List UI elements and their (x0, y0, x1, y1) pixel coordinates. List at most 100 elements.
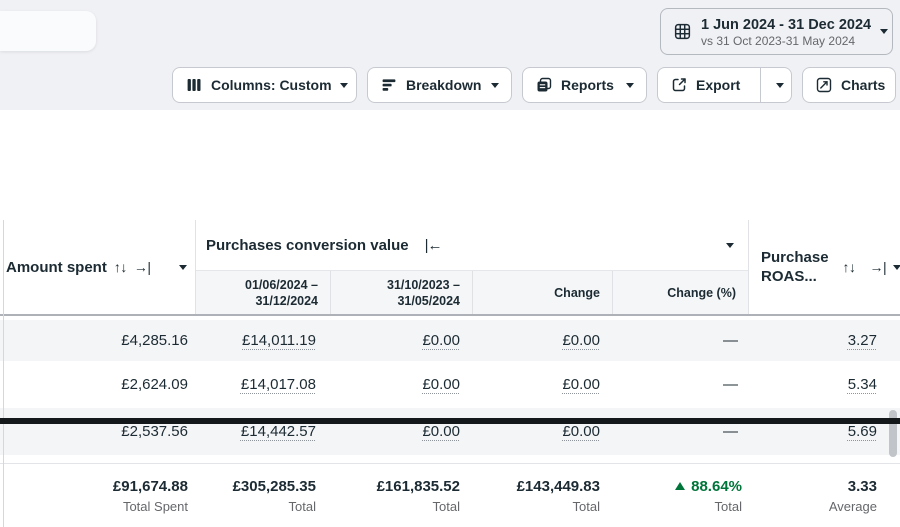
total-amount-spent: £91,674.88 Total Spent (0, 464, 196, 527)
table-row[interactable]: £2,537.56 £14,442.57 £0.00 £0.00 — 5.69 (0, 408, 900, 455)
cell-change-value[interactable]: £0.00 (472, 320, 612, 361)
cell-period2-value[interactable]: £0.00 (330, 320, 472, 361)
total-label: Average (829, 499, 877, 514)
total-label: Total (289, 499, 316, 514)
export-split-button: Export (657, 67, 792, 103)
total-value: £305,285.35 (233, 478, 316, 495)
export-button-label: Export (696, 77, 740, 93)
change-label: Change (554, 285, 600, 301)
breakdown-button-label: Breakdown (406, 77, 481, 93)
total-label: Total (573, 499, 600, 514)
window-bottom-edge (0, 418, 900, 424)
cell-purchase-roas[interactable]: 5.34 (748, 361, 900, 408)
cell-change-value[interactable]: £0.00 (472, 408, 612, 455)
column-group-header-purchases-conversion-value[interactable]: Purchases conversion value |← (196, 220, 748, 270)
breakdown-button[interactable]: Breakdown (367, 67, 512, 103)
cell-period1-value[interactable]: £14,442.57 (196, 408, 330, 455)
reports-button[interactable]: Reports (522, 67, 647, 103)
total-period1: £305,285.35 Total (196, 464, 330, 527)
total-value: £161,835.52 (377, 478, 460, 495)
period1-line2: 31/12/2024 (255, 293, 318, 309)
cell-period1-value[interactable]: £14,011.19 (196, 320, 330, 361)
export-button[interactable]: Export (658, 68, 752, 102)
pin-left-icon: |← (425, 237, 442, 254)
total-period2: £161,835.52 Total (330, 464, 472, 527)
cell-period2-value[interactable]: £0.00 (330, 408, 472, 455)
roas-line1: Purchase (761, 248, 829, 267)
calendar-grid-icon (673, 22, 692, 41)
cell-amount-spent: £2,624.09 (0, 361, 196, 408)
sub-header-period2[interactable]: 31/10/2023 – 31/05/2024 (330, 271, 472, 314)
breakdown-icon (380, 76, 398, 94)
charts-button-label: Charts (841, 77, 885, 93)
caret-down-icon (776, 83, 784, 88)
cell-change-pct: — (612, 320, 748, 361)
total-change: £143,449.83 Total (472, 464, 612, 527)
total-label: Total Spent (123, 499, 188, 514)
total-label: Total (715, 499, 742, 514)
date-range-comparison: vs 31 Oct 2023-31 May 2024 (701, 34, 871, 48)
sub-header-row: 01/06/2024 – 31/12/2024 31/10/2023 – 31/… (196, 270, 748, 314)
caret-down-icon (626, 83, 634, 88)
pin-right-icon: →| (870, 258, 887, 277)
metrics-table: Amount spent ↑↓ →| Purchases conversion … (0, 110, 900, 418)
pin-right-icon: →| (134, 259, 151, 275)
period2-line2: 31/05/2024 (397, 293, 460, 309)
total-value: £143,449.83 (517, 478, 600, 495)
period1-line1: 01/06/2024 – (245, 277, 318, 293)
export-button-divider (760, 68, 761, 102)
caret-down-icon[interactable] (893, 265, 900, 270)
total-label: Total (433, 499, 460, 514)
group-header-label: Purchases conversion value (206, 237, 409, 254)
cell-change-pct: — (612, 361, 748, 408)
up-triangle-icon (675, 482, 685, 490)
roas-line2: ROAS... (761, 267, 829, 286)
reports-button-label: Reports (561, 77, 614, 93)
header-divider (0, 314, 900, 316)
period2-line1: 31/10/2023 – (387, 277, 460, 293)
cell-change-pct: — (612, 408, 748, 455)
cell-purchase-roas[interactable]: 5.69 (748, 408, 900, 455)
total-value: £91,674.88 (113, 478, 188, 495)
sub-header-change[interactable]: Change (472, 271, 612, 314)
columns-button-label: Columns: Custom (211, 77, 332, 93)
date-range-primary: 1 Jun 2024 - 31 Dec 2024 (701, 16, 871, 34)
total-change-pct: 88.64% Total (612, 464, 748, 527)
sub-header-period1[interactable]: 01/06/2024 – 31/12/2024 (196, 271, 330, 314)
sort-arrows-icon: ↑↓ (114, 259, 127, 275)
cell-purchase-roas[interactable]: 3.27 (748, 320, 900, 361)
cell-period1-value[interactable]: £14,017.08 (196, 361, 330, 408)
charts-icon (815, 76, 833, 94)
total-value: 88.64% (691, 478, 742, 495)
sub-header-change-pct[interactable]: Change (%) (612, 271, 748, 314)
roas-header-label: Purchase ROAS... (761, 248, 829, 286)
columns-button[interactable]: Columns: Custom (172, 67, 357, 103)
cell-change-value[interactable]: £0.00 (472, 361, 612, 408)
top-toolbar-band: 1 Jun 2024 - 31 Dec 2024 vs 31 Oct 2023-… (0, 0, 900, 110)
export-icon (670, 76, 688, 94)
column-header-purchase-roas[interactable]: Purchase ROAS... ↑↓ →| (748, 220, 900, 314)
table-left-edge (3, 220, 4, 527)
caret-down-icon (491, 83, 499, 88)
caret-down-icon[interactable] (179, 265, 187, 270)
date-range-picker[interactable]: 1 Jun 2024 - 31 Dec 2024 vs 31 Oct 2023-… (660, 8, 893, 55)
total-value: 3.33 (848, 478, 877, 495)
caret-down-icon (880, 29, 888, 34)
caret-down-icon (340, 83, 348, 88)
table-row[interactable]: £2,624.09 £14,017.08 £0.00 £0.00 — 5.34 (0, 361, 900, 408)
total-roas: 3.33 Average (748, 464, 900, 527)
table-row[interactable]: £4,285.16 £14,011.19 £0.00 £0.00 — 3.27 (0, 320, 900, 361)
partial-tab[interactable] (0, 11, 96, 51)
cell-amount-spent: £4,285.16 (0, 320, 196, 361)
amount-spent-header-label: Amount spent (6, 259, 107, 276)
column-header-amount-spent[interactable]: Amount spent ↑↓ →| (4, 220, 196, 314)
cell-period2-value[interactable]: £0.00 (330, 361, 472, 408)
change-pct-label: Change (%) (667, 285, 736, 301)
charts-button[interactable]: Charts (802, 67, 896, 103)
caret-down-icon[interactable] (726, 243, 734, 248)
totals-row: £91,674.88 Total Spent £305,285.35 Total… (0, 464, 900, 527)
cell-amount-spent: £2,537.56 (0, 408, 196, 455)
columns-icon (185, 76, 203, 94)
export-options-button[interactable] (769, 68, 791, 102)
positive-change: 88.64% (675, 478, 742, 495)
